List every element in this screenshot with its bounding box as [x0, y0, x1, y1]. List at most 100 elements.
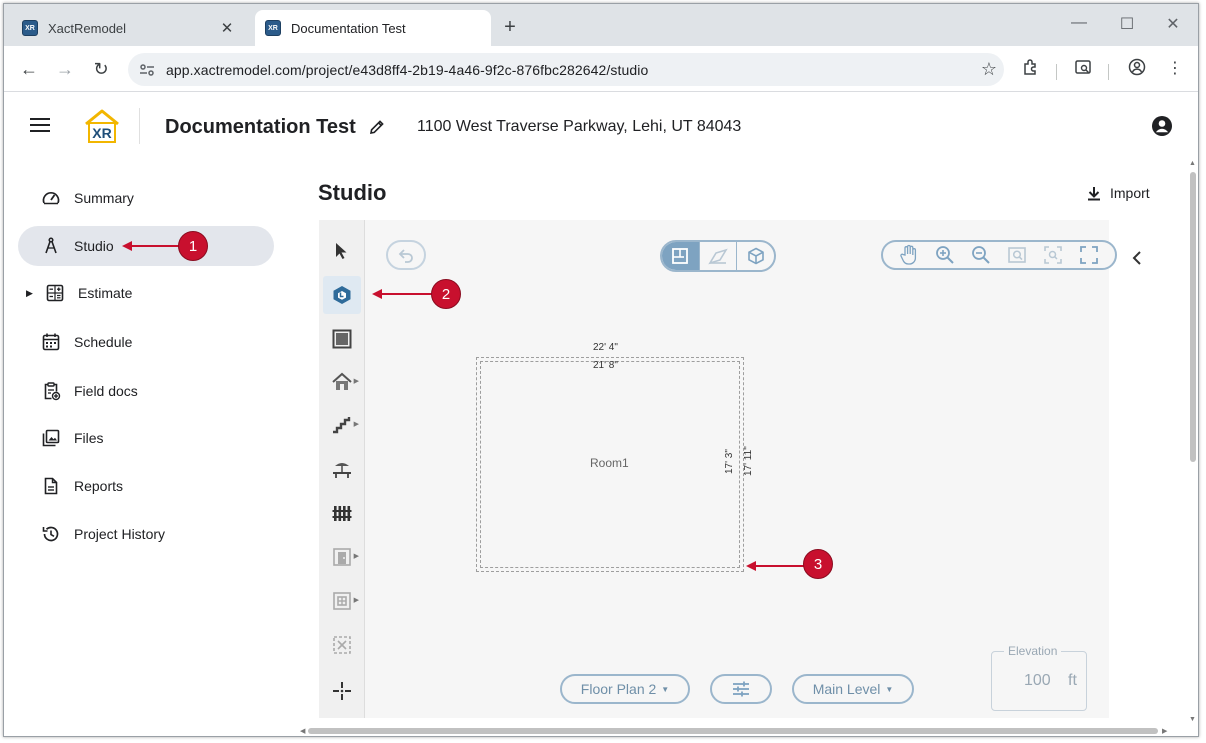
split-tool[interactable]: [323, 672, 361, 710]
undo-button[interactable]: [386, 240, 426, 270]
scroll-up-icon[interactable]: ▲: [1189, 160, 1196, 167]
edit-pencil-icon[interactable]: [368, 118, 386, 136]
toolbar-separator: [1056, 64, 1057, 80]
import-button[interactable]: Import: [1086, 184, 1150, 202]
sidebar-item-label: Project History: [74, 526, 166, 542]
callout-badge-2: 2: [431, 279, 461, 309]
zoom-selection-icon[interactable]: [999, 242, 1035, 268]
profile-icon[interactable]: [1126, 58, 1148, 80]
minimize-icon[interactable]: —: [1064, 14, 1094, 32]
forward-icon[interactable]: →: [54, 58, 76, 80]
draw-room-tool[interactable]: [323, 276, 361, 314]
address-bar[interactable]: app.xactremodel.com/project/e43d8ff4-2b1…: [128, 53, 1004, 86]
xr-favicon-icon: XR: [22, 20, 38, 36]
tool-panel: ▶ ▶ ▶ ▶: [319, 220, 365, 718]
history-icon: [40, 523, 62, 545]
close-icon[interactable]: ✕: [1158, 14, 1188, 34]
submenu-arrow-icon: ▶: [353, 421, 359, 428]
draw-area-tool[interactable]: [323, 320, 361, 358]
level-dropdown[interactable]: Main Level ▼: [792, 674, 914, 704]
window-tool[interactable]: ▶: [323, 582, 361, 620]
reload-icon[interactable]: ↻: [90, 58, 112, 80]
sidebar-item-estimate[interactable]: ▶ Estimate: [18, 273, 274, 313]
zoom-toolbar: [881, 240, 1117, 270]
clipboard-add-icon: [40, 380, 62, 402]
zoom-in-icon[interactable]: [927, 242, 963, 268]
sidebar-item-label: Files: [74, 430, 104, 446]
svg-text:XR: XR: [92, 125, 111, 141]
stairs-tool[interactable]: ▶: [323, 406, 361, 444]
tab-title: Documentation Test: [291, 20, 406, 36]
extensions-icon[interactable]: [1020, 58, 1042, 80]
sidebar-item-summary[interactable]: Summary: [18, 178, 274, 218]
elevation-unit: ft: [1068, 672, 1077, 689]
filter-settings-button[interactable]: [710, 674, 772, 704]
app-header: XR Documentation Test 1100 West Traverse…: [4, 92, 1198, 156]
account-circle-icon[interactable]: [1151, 115, 1173, 137]
room-inner-height-dimension: 17' 3": [724, 449, 735, 474]
zoom-out-icon[interactable]: [963, 242, 999, 268]
toolbar-separator: [1108, 64, 1109, 80]
sidebar-item-field-docs[interactable]: Field docs: [18, 371, 274, 411]
elevation-label: Elevation: [1004, 644, 1062, 658]
sidebar-nav: Summary Studio ▶ Estimate Schedule Field…: [4, 156, 294, 736]
tab-title: XactRemodel: [48, 20, 127, 36]
browser-menu-icon[interactable]: ⋮: [1164, 58, 1186, 80]
bookmark-star-icon[interactable]: ☆: [974, 59, 1004, 80]
document-icon: [40, 475, 62, 497]
back-icon[interactable]: ←: [18, 58, 40, 80]
room-name-label: Room1: [590, 456, 629, 470]
elevation-field[interactable]: Elevation 100 ft: [991, 644, 1087, 711]
page-title: Studio: [318, 180, 387, 205]
zoom-fit-icon[interactable]: [1035, 242, 1071, 268]
elevation-view-button[interactable]: [700, 242, 738, 270]
sidebar-item-project-history[interactable]: Project History: [18, 514, 274, 554]
floor-plan-dropdown[interactable]: Floor Plan 2 ▼: [560, 674, 690, 704]
pan-hand-icon[interactable]: [891, 242, 927, 268]
site-info-icon[interactable]: [138, 61, 156, 79]
floor-plan-view-button[interactable]: [662, 242, 700, 270]
fence-tool[interactable]: [323, 494, 361, 532]
tab-search-icon[interactable]: [1072, 58, 1094, 80]
scrollbar-thumb[interactable]: [308, 728, 1158, 734]
collapse-panel-chevron-icon[interactable]: [1129, 248, 1145, 268]
sliders-icon: [733, 681, 749, 697]
callout-badge-3: 3: [803, 549, 833, 579]
sidebar-item-reports[interactable]: Reports: [18, 466, 274, 506]
hamburger-menu-icon[interactable]: [30, 118, 50, 132]
missing-wall-tool[interactable]: [323, 626, 361, 664]
url-text: app.xactremodel.com/project/e43d8ff4-2b1…: [166, 61, 649, 78]
deck-tool[interactable]: [323, 450, 361, 488]
roof-tool[interactable]: ▶: [323, 363, 361, 401]
xactremodel-logo[interactable]: XR: [82, 108, 122, 144]
callout-badge-1: 1: [178, 231, 208, 261]
fullscreen-icon[interactable]: [1071, 242, 1107, 268]
select-pointer-tool[interactable]: [323, 232, 361, 270]
maximize-icon[interactable]: ☐: [1112, 14, 1142, 34]
horizontal-scrollbar[interactable]: ◀ ▶: [300, 726, 1170, 736]
sidebar-item-label: Estimate: [78, 285, 133, 301]
tab-close-icon[interactable]: ✕: [218, 19, 236, 37]
caret-down-icon: ▼: [661, 684, 670, 694]
scroll-down-icon[interactable]: ▼: [1189, 716, 1196, 723]
browser-tab-documentation-test[interactable]: XR Documentation Test: [255, 10, 491, 46]
sidebar-item-files[interactable]: Files: [18, 418, 274, 458]
expand-arrow-icon[interactable]: ▶: [26, 288, 33, 299]
sidebar-item-schedule[interactable]: Schedule: [18, 322, 274, 362]
callout-line: [754, 565, 806, 567]
browser-tab-xactremodel[interactable]: XR XactRemodel ✕: [12, 10, 246, 46]
room-inner-width-dimension: 21' 8": [593, 360, 618, 371]
scroll-left-icon[interactable]: ◀: [300, 727, 305, 735]
3d-view-button[interactable]: [737, 242, 774, 270]
scrollbar-thumb[interactable]: [1190, 172, 1196, 462]
submenu-arrow-icon: ▶: [353, 597, 359, 604]
browser-window: XR XactRemodel ✕ XR Documentation Test +…: [3, 3, 1199, 737]
project-title: Documentation Test: [165, 116, 356, 138]
scroll-right-icon[interactable]: ▶: [1162, 727, 1167, 735]
new-tab-button[interactable]: +: [498, 16, 522, 38]
sidebar-item-label: Studio: [74, 238, 114, 254]
sidebar-item-label: Field docs: [74, 383, 138, 399]
xr-favicon-icon: XR: [265, 20, 281, 36]
door-tool[interactable]: ▶: [323, 538, 361, 576]
vertical-scrollbar[interactable]: ▲ ▼: [1188, 160, 1198, 730]
